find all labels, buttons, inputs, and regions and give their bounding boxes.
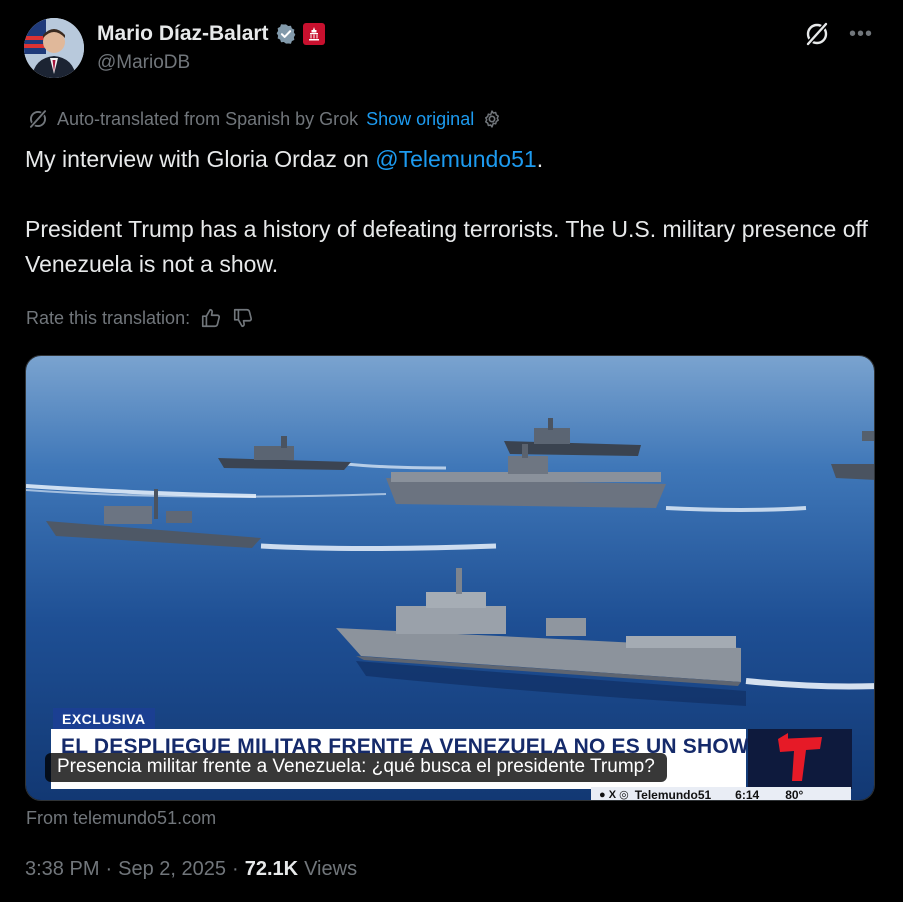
mention-link[interactable]: @Telemundo51 xyxy=(375,146,536,172)
thumbs-down-icon[interactable] xyxy=(232,307,254,329)
avatar-image xyxy=(24,18,84,78)
translation-notice: Auto-translated from Spanish by Grok Sho… xyxy=(27,108,502,130)
tweet-paragraph-2: President Trump has a history of defeati… xyxy=(25,216,868,277)
views-count[interactable]: 72.1K xyxy=(245,858,298,881)
gear-icon[interactable] xyxy=(482,109,502,129)
tweet-time[interactable]: 3:38 PM xyxy=(25,858,99,881)
tweet-text: My interview with Gloria Ordaz on @Telem… xyxy=(25,142,875,282)
meta-separator: · xyxy=(232,858,239,880)
paragraph-spacer xyxy=(25,177,875,212)
tweet-line-1: My interview with Gloria Ordaz on @Telem… xyxy=(25,142,875,177)
author-handle[interactable]: @MarioDB xyxy=(97,52,190,74)
grok-icon[interactable] xyxy=(803,20,831,48)
grok-small-icon xyxy=(28,109,48,129)
tweet-meta: 3:38 PM · Sep 2, 2025 · 72.1K Views xyxy=(25,858,357,881)
ticker-temp: 80° xyxy=(785,787,804,801)
translation-notice-text: Auto-translated from Spanish by Grok xyxy=(57,108,359,129)
link-source[interactable]: From telemundo51.com xyxy=(26,808,216,829)
telemundo-logo-icon xyxy=(748,729,852,789)
ticker-time: 6:14 xyxy=(735,787,760,801)
author-name-row: Mario Díaz-Balart xyxy=(97,22,325,46)
tweet-line-1-prefix: My interview with Gloria Ordaz on xyxy=(25,146,376,172)
rate-translation: Rate this translation: xyxy=(26,307,254,329)
tweet-date[interactable]: Sep 2, 2025 xyxy=(118,858,226,881)
more-options-icon[interactable]: ••• xyxy=(849,24,873,44)
thumbs-up-icon[interactable] xyxy=(200,307,222,329)
tweet-header: Mario Díaz-Balart @MarioDB ••• xyxy=(24,18,879,80)
avatar[interactable] xyxy=(24,18,84,78)
congress-affiliation-icon[interactable] xyxy=(302,23,325,45)
rate-translation-label: Rate this translation: xyxy=(26,307,191,328)
show-original-link[interactable]: Show original xyxy=(366,109,474,130)
video-caption: Presencia militar frente a Venezuela: ¿q… xyxy=(45,753,667,782)
tweet-line-1-suffix: . xyxy=(536,146,544,172)
ticker-handle: Telemundo51 xyxy=(634,787,712,801)
verified-badge-icon xyxy=(276,24,295,44)
meta-separator: · xyxy=(105,858,113,880)
video-thumbnail[interactable]: EXCLUSIVA EL DESPLIEGUE MILITAR FRENTE A… xyxy=(25,355,875,801)
social-icons: ● X ◎ xyxy=(599,789,629,801)
exclusive-tag: EXCLUSIVA xyxy=(53,708,155,730)
news-ticker: ● X ◎ Telemundo51 6:14 80° xyxy=(591,787,851,801)
author-name[interactable]: Mario Díaz-Balart xyxy=(97,22,269,46)
views-label: Views xyxy=(304,858,358,880)
